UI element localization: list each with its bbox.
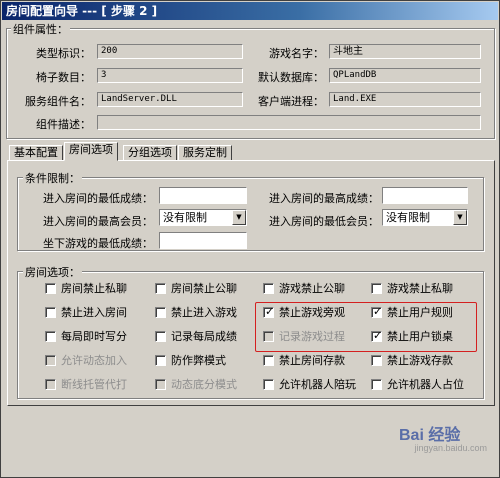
- checkbox-box: [45, 355, 56, 366]
- client-process-label: 客户端进程：: [258, 95, 324, 108]
- checkmark-icon: ✓: [373, 305, 383, 318]
- checkbox-box[interactable]: [371, 379, 382, 390]
- sit-min-score-label: 坐下游戏的最低成绩：: [43, 237, 153, 250]
- checkbox-box[interactable]: [371, 283, 382, 294]
- checkbox-label: 允许动态加入: [61, 354, 127, 367]
- checkbox-box[interactable]: [155, 355, 166, 366]
- checkbox-label: 断线托管代打: [61, 378, 127, 391]
- checkbox-box[interactable]: ✓: [371, 305, 383, 318]
- conditions-legend: 条件限制：: [23, 170, 82, 186]
- checkbox-label: 禁止进入游戏: [171, 306, 237, 319]
- min-score-input[interactable]: [159, 187, 247, 204]
- window-title: 房间配置向导 --- [ 步骤 2 ]: [2, 2, 498, 20]
- component-desc-label: 组件描述：: [36, 118, 91, 131]
- checkbox-label: 允许机器人陪玩: [279, 378, 356, 391]
- chair-count-field[interactable]: 3: [97, 68, 243, 83]
- component-properties-legend: 组件属性：: [11, 21, 70, 37]
- checkbox-box[interactable]: ✓: [263, 305, 275, 318]
- checkbox-box[interactable]: [45, 283, 56, 294]
- sit-min-score-input[interactable]: [159, 232, 247, 249]
- checkbox-label: 禁止房间存款: [279, 354, 345, 367]
- checkbox-box: [155, 379, 166, 390]
- checkbox-box[interactable]: [45, 331, 56, 342]
- checkbox-label: 禁止用户规则: [387, 306, 453, 319]
- checkbox-label: 动态底分模式: [171, 378, 237, 391]
- checkbox-label: 禁止游戏旁观: [279, 306, 345, 319]
- checkbox-label: 房间禁止私聊: [61, 282, 127, 295]
- checkmark-icon: ✓: [373, 329, 383, 342]
- game-name-label: 游戏名字：: [269, 47, 324, 60]
- min-member-select[interactable]: 没有限制 ▼: [382, 209, 468, 226]
- checkbox-box[interactable]: [155, 307, 166, 318]
- tab-room-options[interactable]: 房间选项: [64, 142, 118, 161]
- checkbox-label: 游戏禁止私聊: [387, 282, 453, 295]
- checkbox-box: [263, 331, 274, 342]
- room-options-legend: 房间选项：: [23, 264, 82, 280]
- max-score-label: 进入房间的最高成绩：: [269, 192, 379, 205]
- checkbox-label: 每局即时写分: [61, 330, 127, 343]
- dropdown-arrow-icon[interactable]: ▼: [232, 210, 246, 225]
- checkbox-label: 记录游戏过程: [279, 330, 345, 343]
- checkbox-box[interactable]: [263, 355, 274, 366]
- client-process-field[interactable]: Land.EXE: [329, 92, 481, 107]
- checkbox-box[interactable]: [371, 355, 382, 366]
- checkbox-box: [45, 379, 56, 390]
- config-wizard-window: 房间配置向导 --- [ 步骤 2 ] 组件属性： 类型标识： 200 游戏名字…: [0, 0, 500, 478]
- checkmark-icon: ✓: [265, 305, 275, 318]
- max-score-input[interactable]: [382, 187, 468, 204]
- min-member-value: 没有限制: [386, 211, 430, 224]
- min-score-label: 进入房间的最低成绩：: [43, 192, 153, 205]
- checkbox-box[interactable]: [263, 283, 274, 294]
- default-db-field[interactable]: QPLandDB: [329, 68, 481, 83]
- checkbox-label: 记录每局成绩: [171, 330, 237, 343]
- tab-service-custom[interactable]: 服务定制: [178, 145, 232, 161]
- checkbox-box[interactable]: [263, 379, 274, 390]
- watermark-main: Bai 经验: [399, 427, 461, 444]
- watermark-sub: jingyan.baidu.com: [414, 443, 487, 453]
- dropdown-arrow-icon[interactable]: ▼: [453, 210, 467, 225]
- service-component-label: 服务组件名：: [25, 95, 91, 108]
- type-id-label: 类型标识：: [36, 47, 91, 60]
- checkbox-label: 禁止进入房间: [61, 306, 127, 319]
- checkbox-box[interactable]: [155, 283, 166, 294]
- checkbox-box[interactable]: [155, 331, 166, 342]
- default-db-label: 默认数据库：: [258, 71, 324, 84]
- max-member-label: 进入房间的最高会员：: [43, 215, 153, 228]
- game-name-field[interactable]: 斗地主: [329, 44, 481, 59]
- tab-basic-config[interactable]: 基本配置: [9, 145, 63, 161]
- checkbox-label: 游戏禁止公聊: [279, 282, 345, 295]
- tab-group-options[interactable]: 分组选项: [123, 145, 177, 161]
- checkbox-box[interactable]: ✓: [371, 329, 383, 342]
- checkbox-label: 防作弊模式: [171, 354, 226, 367]
- service-component-field[interactable]: LandServer.DLL: [97, 92, 243, 107]
- max-member-select[interactable]: 没有限制 ▼: [159, 209, 247, 226]
- checkbox-box[interactable]: [45, 307, 56, 318]
- min-member-label: 进入房间的最低会员：: [269, 215, 379, 228]
- checkbox-label: 允许机器人占位: [387, 378, 464, 391]
- max-member-value: 没有限制: [163, 211, 207, 224]
- checkbox-label: 禁止用户锁桌: [387, 330, 453, 343]
- checkbox-label: 禁止游戏存款: [387, 354, 453, 367]
- component-desc-field[interactable]: [97, 115, 481, 130]
- checkbox-label: 房间禁止公聊: [171, 282, 237, 295]
- type-id-field[interactable]: 200: [97, 44, 243, 59]
- watermark: Bai 经验 jingyan.baidu.com: [399, 421, 489, 461]
- chair-count-label: 椅子数目：: [36, 71, 91, 84]
